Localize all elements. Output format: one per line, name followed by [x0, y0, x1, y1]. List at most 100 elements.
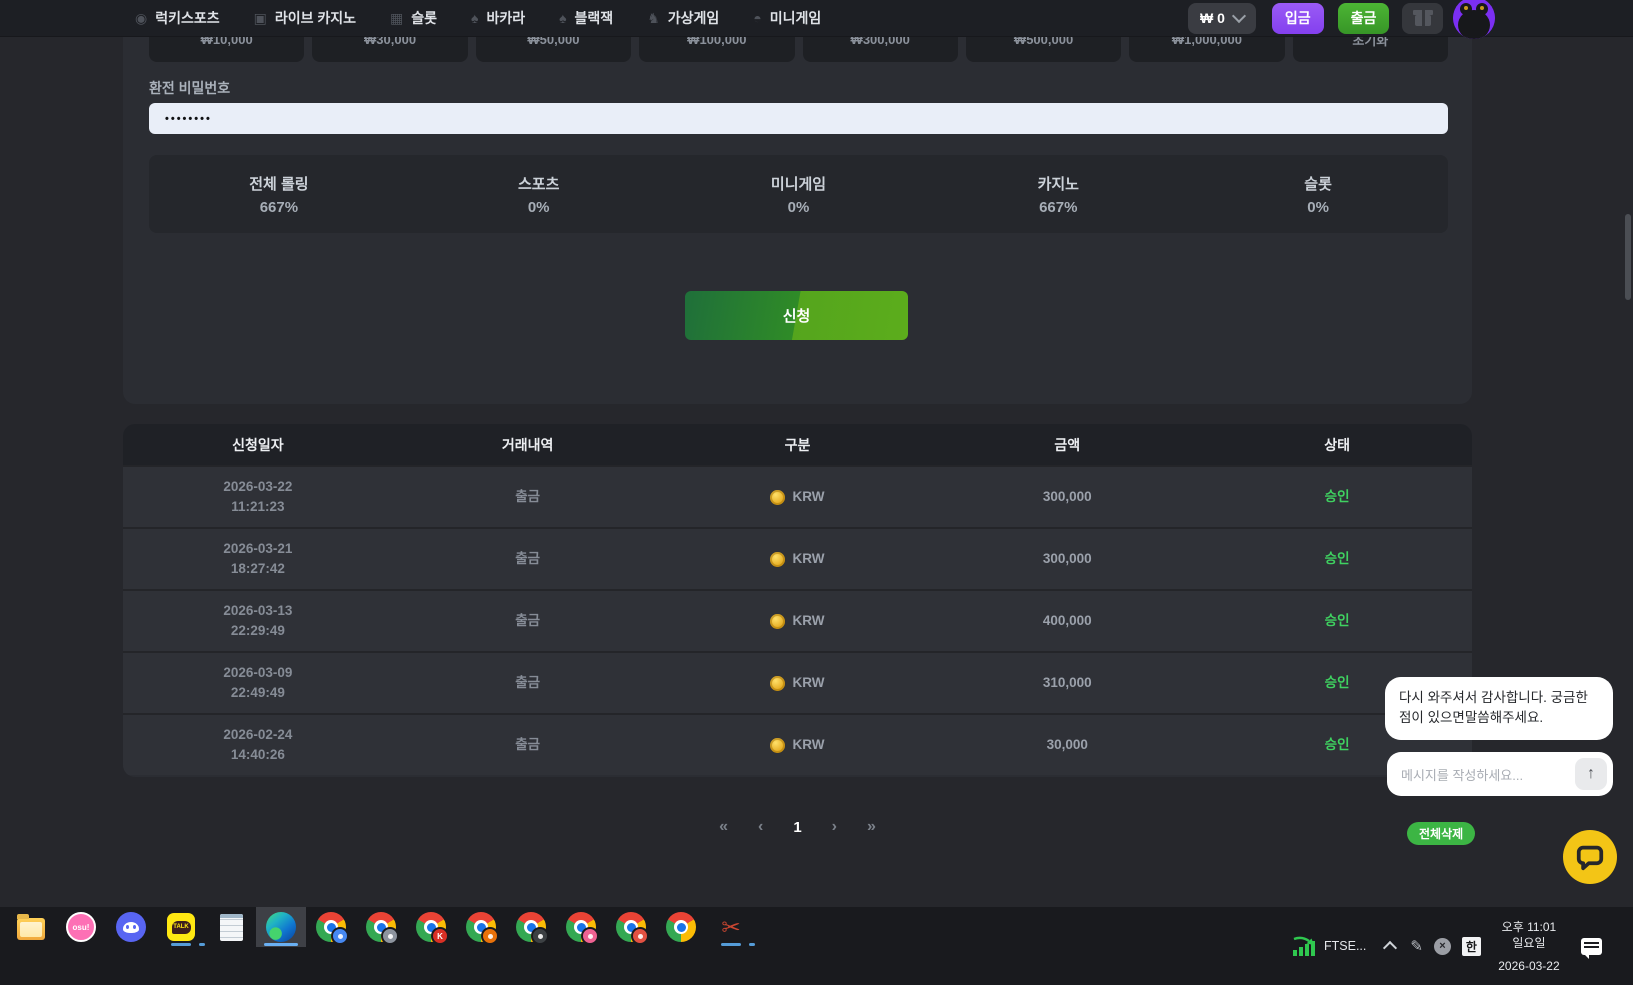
cell-currency: KRW	[663, 549, 933, 569]
taskbar-app-chrome-profile-k[interactable]: K	[406, 907, 456, 947]
running-indicator	[264, 943, 298, 946]
chrome-icon: K	[416, 912, 446, 942]
taskbar-app-snipping-tool[interactable]: ✂	[706, 907, 756, 947]
table-header-cell: 구분	[663, 435, 933, 455]
pagination: « ‹ 1 › »	[123, 818, 1472, 836]
stat-col: 전체 롤링 667%	[149, 173, 409, 216]
taskbar-app-notepad[interactable]	[206, 907, 256, 947]
tray-weekday: 일요일	[1492, 935, 1566, 951]
exchange-password-input[interactable]: ••••••••	[149, 103, 1448, 134]
taskbar-app-chrome-profile-gray[interactable]	[356, 907, 406, 947]
chat-launcher-button[interactable]	[1563, 830, 1617, 884]
apply-button[interactable]: 신청	[685, 291, 908, 340]
table-header-cell: 거래내역	[393, 435, 663, 455]
stat-label: 카지노	[1038, 173, 1079, 194]
table-header-cell: 상태	[1202, 435, 1472, 455]
nav-item[interactable]: ▣ 라이브 카지노	[254, 8, 356, 28]
table-row: 2026-03-2211:21:23 출금 KRW 300,000 승인	[123, 465, 1472, 527]
gift-button[interactable]	[1402, 3, 1443, 34]
krw-coin-icon	[770, 614, 785, 629]
nav-item-label: 가상게임	[668, 8, 720, 28]
chrome-icon	[366, 912, 396, 942]
pen-icon[interactable]: ✎	[1410, 937, 1423, 955]
taskbar-app-chrome-profile-blue[interactable]	[306, 907, 356, 947]
nav-item[interactable]: ◓ 미니게임	[753, 8, 821, 28]
chrome-icon	[666, 912, 696, 942]
edge-icon	[266, 912, 296, 942]
cell-type: 출금	[393, 487, 663, 507]
stat-col: 스포츠 0%	[409, 173, 669, 216]
table-header-cell: 신청일자	[123, 435, 393, 455]
deposit-button[interactable]: 입금	[1272, 3, 1324, 34]
page-last-button[interactable]: »	[867, 818, 876, 836]
lucky-sports-icon: ◉	[135, 10, 147, 27]
chevron-down-icon	[1232, 9, 1246, 23]
taskbar-app-chrome-profile-dark[interactable]	[506, 907, 556, 947]
cell-type: 출금	[393, 611, 663, 631]
discord-icon	[116, 912, 146, 942]
stat-value: 0%	[528, 199, 550, 216]
taskbar-app-chrome-profile-pink[interactable]	[556, 907, 606, 947]
stat-label: 미니게임	[771, 173, 826, 194]
chrome-icon	[516, 912, 546, 942]
tray-time: 오후 11:01	[1492, 919, 1566, 935]
taskbar-app-osu[interactable]: osu!	[56, 907, 106, 947]
ime-korean-indicator[interactable]: 한	[1462, 937, 1481, 956]
taskbar-app-discord[interactable]	[106, 907, 156, 947]
chrome-profile-badge	[331, 927, 349, 945]
nav-item-label: 라이브 카지노	[275, 8, 356, 28]
cell-status: 승인	[1202, 487, 1472, 507]
chat-input-placeholder: 메시지를 작성하세요...	[1401, 765, 1575, 784]
chrome-profile-badge	[631, 927, 649, 945]
cell-currency: KRW	[663, 611, 933, 631]
close-circle-icon[interactable]: ×	[1434, 938, 1451, 955]
file-explorer-icon	[17, 918, 45, 940]
table-row: 2026-03-2118:27:42 출금 KRW 300,000 승인	[123, 527, 1472, 589]
cell-type: 출금	[393, 673, 663, 693]
osu-icon: osu!	[66, 912, 96, 942]
notification-center-icon[interactable]	[1581, 938, 1602, 955]
nav-item[interactable]: ▦ 슬롯	[390, 8, 437, 28]
tray-expand-icon[interactable]	[1383, 941, 1397, 955]
stat-label: 전체 롤링	[249, 173, 308, 194]
taskbar-app-kakaotalk[interactable]: TALK	[156, 907, 206, 947]
scrollbar-thumb[interactable]	[1625, 214, 1631, 300]
running-indicator	[721, 943, 741, 946]
taskbar-app-chrome-profile-orange[interactable]	[456, 907, 506, 947]
taskbar-app-edge[interactable]	[256, 907, 306, 947]
taskbar-app-chrome[interactable]	[656, 907, 706, 947]
table-row: 2026-03-1322:29:49 출금 KRW 400,000 승인	[123, 589, 1472, 651]
cell-type: 출금	[393, 549, 663, 569]
cell-date: 2026-03-2118:27:42	[123, 539, 393, 578]
chat-clear-all-button[interactable]: 전체삭제	[1407, 822, 1475, 845]
table-header: 신청일자거래내역구분금액상태	[123, 424, 1472, 465]
chat-send-button[interactable]: ↑	[1575, 758, 1607, 790]
avatar[interactable]	[1453, 0, 1495, 39]
nav-item[interactable]: ♠ 바카라	[471, 8, 525, 28]
page-prev-button[interactable]: ‹	[758, 818, 763, 836]
chrome-profile-badge	[531, 927, 549, 945]
chrome-profile-badge	[381, 927, 399, 945]
balance-dropdown[interactable]: ₩ 0	[1188, 3, 1256, 34]
stat-value: 0%	[788, 199, 810, 216]
chat-input[interactable]: 메시지를 작성하세요... ↑	[1387, 752, 1613, 796]
chrome-profile-badge	[581, 927, 599, 945]
tray-clock[interactable]: 오후 11:01 일요일 2026-03-22	[1492, 919, 1566, 974]
page-current: 1	[793, 819, 801, 836]
page-first-button[interactable]: «	[719, 818, 728, 836]
nav-item[interactable]: ◉ 럭키스포츠	[135, 8, 220, 28]
taskbar-app-file-explorer[interactable]	[6, 907, 56, 947]
stat-col: 카지노 667%	[928, 173, 1188, 216]
nav-item[interactable]: ♠ 블랙잭	[559, 8, 613, 28]
page-next-button[interactable]: ›	[832, 818, 837, 836]
nav-item[interactable]: ♞ 가상게임	[647, 8, 719, 28]
tray-date: 2026-03-22	[1492, 958, 1566, 974]
table-header-cell: 금액	[932, 435, 1202, 455]
blackjack-spade-icon: ♠	[559, 10, 566, 26]
stocks-widget[interactable]: FTSE...	[1292, 935, 1366, 957]
cell-amount: 300,000	[932, 487, 1202, 507]
nav-item-label: 블랙잭	[575, 8, 614, 28]
taskbar-app-chrome-profile-red[interactable]	[606, 907, 656, 947]
withdraw-button[interactable]: 출금	[1338, 3, 1390, 34]
cell-amount: 310,000	[932, 673, 1202, 693]
